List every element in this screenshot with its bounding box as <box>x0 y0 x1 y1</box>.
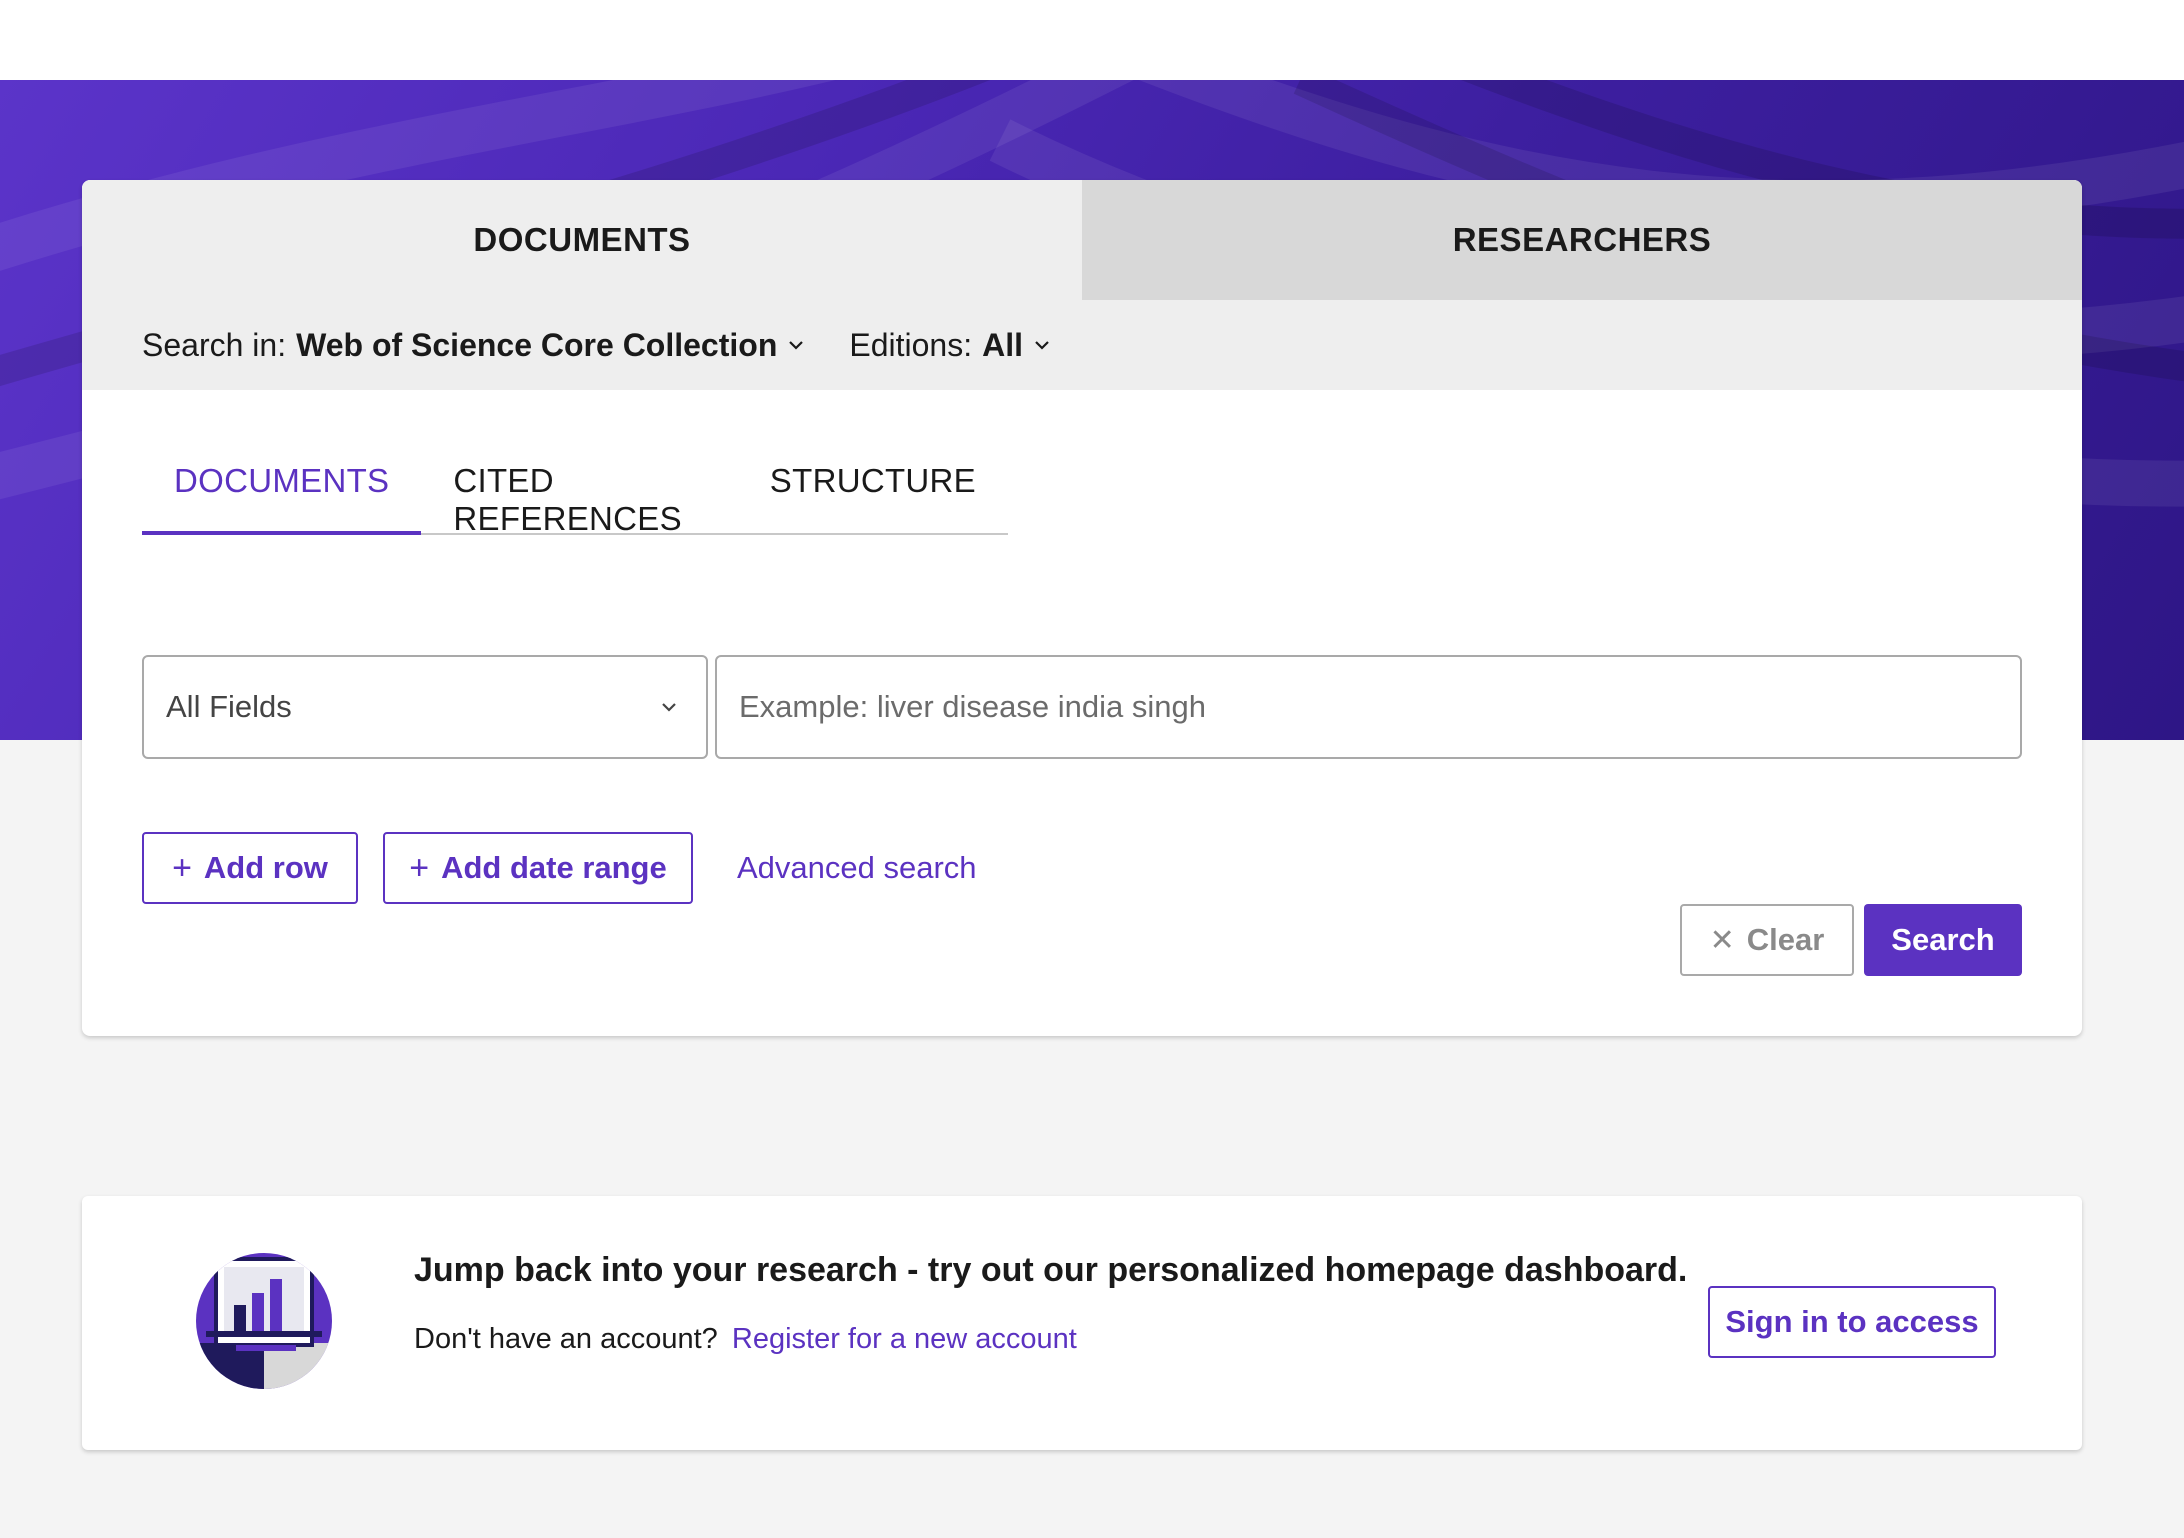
tab-documents[interactable]: DOCUMENTS <box>82 180 1082 300</box>
clear-button[interactable]: ✕ Clear <box>1680 904 1854 976</box>
dashboard-chart-icon <box>196 1253 332 1389</box>
search-button[interactable]: Search <box>1864 904 2022 976</box>
field-select[interactable]: All Fields <box>142 655 708 759</box>
editions-dropdown[interactable]: All <box>982 327 1051 364</box>
search-mode-tabs: DOCUMENTS CITED REFERENCES STRUCTURE <box>142 460 1008 537</box>
search-panel: DOCUMENTS RESEARCHERS Search in: Web of … <box>82 180 2082 1036</box>
clear-label: Clear <box>1746 922 1825 957</box>
add-date-range-label: Add date range <box>441 850 667 885</box>
search-type-tabs: DOCUMENTS RESEARCHERS <box>82 180 2082 300</box>
collection-value: Web of Science Core Collection <box>296 326 778 363</box>
field-select-value: All Fields <box>166 689 292 724</box>
chevron-down-icon <box>1035 341 1049 350</box>
editions-label: Editions: <box>849 326 973 363</box>
promo-subtitle-text: Don't have an account? <box>414 1323 718 1355</box>
register-link[interactable]: Register for a new account <box>732 1323 1077 1355</box>
tab-documents-search[interactable]: DOCUMENTS <box>142 460 422 535</box>
close-icon: ✕ <box>1709 923 1735 957</box>
promo-title: Jump back into your research - try out o… <box>414 1251 1688 1289</box>
search-input[interactable] <box>715 655 2022 759</box>
add-row-label: Add row <box>203 850 328 885</box>
add-row-button[interactable]: + Add row <box>142 832 358 904</box>
top-header-bar <box>0 0 2184 80</box>
dashboard-promo: Jump back into your research - try out o… <box>82 1196 2082 1450</box>
search-in-label: Search in: <box>142 326 287 363</box>
plus-icon: + <box>409 848 430 887</box>
editions-value: All <box>982 326 1023 363</box>
sign-in-button[interactable]: Sign in to access <box>1708 1286 1996 1358</box>
chevron-down-icon <box>789 341 804 350</box>
add-date-range-button[interactable]: + Add date range <box>383 832 693 904</box>
chevron-down-icon <box>662 703 676 712</box>
plus-icon: + <box>172 848 192 887</box>
tab-cited-references[interactable]: CITED REFERENCES <box>421 460 737 537</box>
tab-structure[interactable]: STRUCTURE <box>738 460 1008 535</box>
promo-subtitle: Don't have an account? Register for a ne… <box>414 1323 1077 1356</box>
advanced-search-link[interactable]: Advanced search <box>737 832 977 904</box>
collection-dropdown[interactable]: Web of Science Core Collection <box>296 327 805 364</box>
search-in-bar: Search in: Web of Science Core Collectio… <box>82 300 2082 390</box>
tab-researchers[interactable]: RESEARCHERS <box>1082 180 2082 300</box>
